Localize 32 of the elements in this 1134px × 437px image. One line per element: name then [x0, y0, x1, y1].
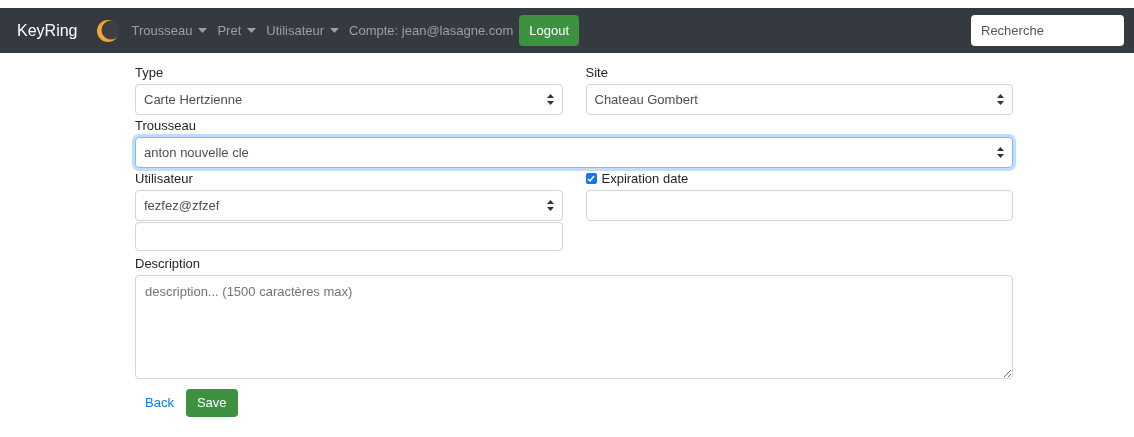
- check-icon: [587, 174, 595, 183]
- checkbox-label: Expiration date: [601, 169, 689, 188]
- sort-icon: [546, 200, 554, 211]
- search-field[interactable]: Recherche: [971, 15, 1124, 46]
- caret-icon: [330, 28, 340, 33]
- select-field[interactable]: anton nouvelle cle: [135, 137, 1013, 168]
- select-field[interactable]: Chateau Gombert: [585, 84, 1013, 115]
- nav-menu[interactable]: Utilisateur: [266, 20, 340, 41]
- sort-icon: [997, 94, 1004, 105]
- nav-menu[interactable]: Trousseau: [131, 20, 208, 41]
- field-label: Site: [585, 65, 609, 80]
- save-button[interactable]: Save: [185, 389, 238, 417]
- field-label: Utilisateur: [135, 171, 194, 186]
- description-field[interactable]: description... (1500 caractères max): [135, 275, 1013, 379]
- select-field[interactable]: Carte Hertzienne: [135, 84, 563, 115]
- select-field[interactable]: fezfez@zfzef: [135, 190, 563, 221]
- field-label: Trousseau: [135, 118, 197, 133]
- logout-button[interactable]: Logout: [519, 15, 580, 46]
- brand-name: KeyRing: [17, 20, 78, 41]
- moon-logo-icon: [97, 19, 120, 42]
- checkbox[interactable]: [585, 173, 597, 184]
- caret-icon: [198, 28, 208, 33]
- nav-menu[interactable]: Pret: [217, 20, 257, 41]
- field-label: Description: [135, 256, 202, 271]
- back-link[interactable]: Back: [145, 393, 174, 413]
- field-label: Type: [135, 65, 165, 80]
- input-field[interactable]: [135, 222, 563, 251]
- sort-icon: [546, 94, 554, 105]
- date-field[interactable]: [585, 190, 1013, 221]
- sort-icon: [997, 147, 1004, 158]
- caret-icon: [247, 28, 257, 33]
- account-label: Compte: jean@lasagne.com: [349, 21, 514, 40]
